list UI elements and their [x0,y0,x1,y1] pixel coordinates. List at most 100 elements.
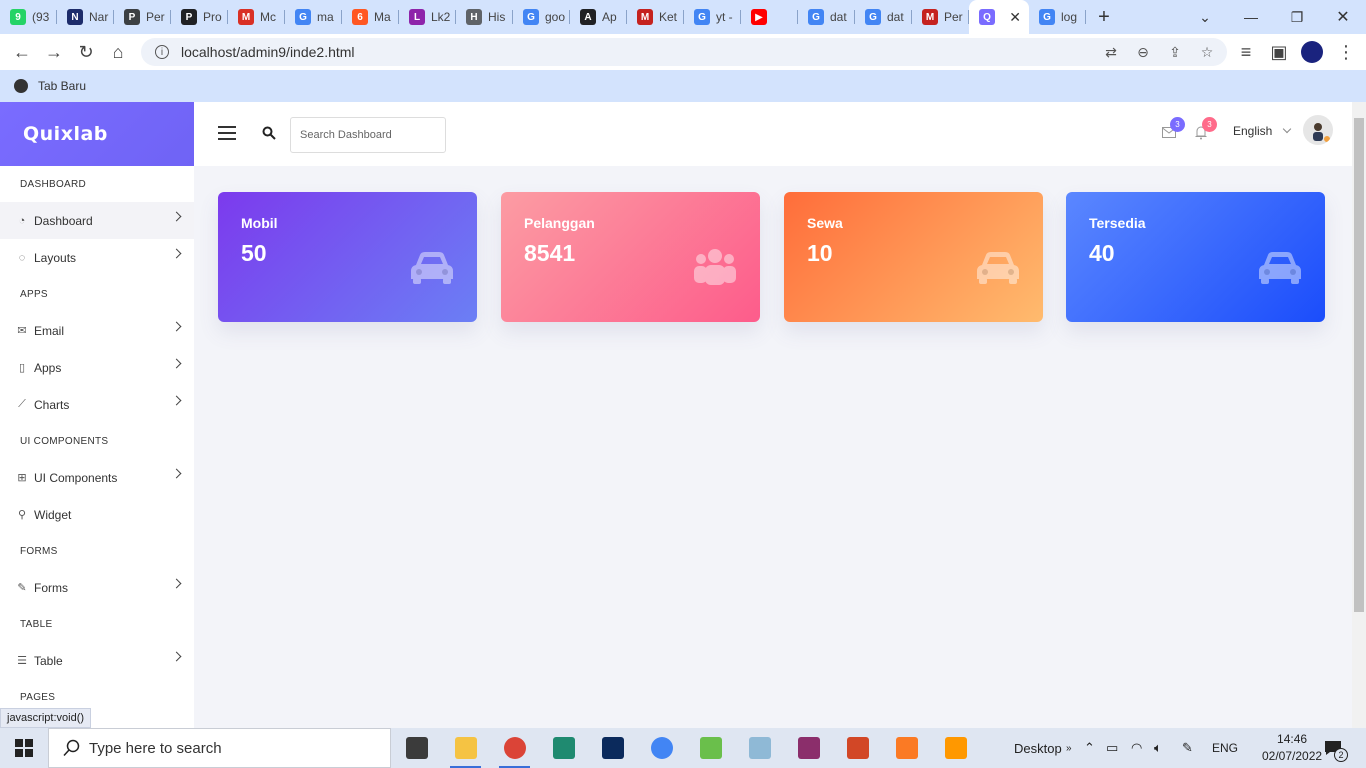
stat-card-tersedia[interactable]: Tersedia 40 [1066,192,1325,322]
restore-button[interactable]: ❐ [1274,0,1320,34]
browser-tab[interactable]: M Mc [228,0,285,34]
browser-tab[interactable]: Glog [1029,0,1086,34]
stat-card-mobil[interactable]: Mobil 50 [218,192,477,322]
profile-avatar[interactable] [1301,41,1323,63]
back-icon[interactable]: ← [6,36,38,68]
bookmark-star-icon[interactable]: ☆ [1191,38,1223,66]
new-tab-button[interactable]: + [1086,6,1122,29]
tab-search-icon[interactable]: ⌄ [1182,0,1228,34]
tab-title: dat [830,10,847,24]
stat-card-pelanggan[interactable]: Pelanggan 8541 [501,192,760,322]
site-info-icon[interactable]: i [155,45,169,59]
taskbar-app-chrome[interactable] [637,728,686,768]
tray-overflow-icon[interactable]: ⌃ [1084,728,1095,768]
tab-title: yt - [716,10,733,24]
notification-button[interactable]: 3 [1193,117,1217,140]
pen-icon[interactable]: ✎ [1182,728,1193,768]
battery-icon[interactable]: ▭ [1106,728,1118,768]
browser-tab[interactable]: Gdat [855,0,912,34]
browser-tab[interactable]: P Pro [171,0,228,34]
search-icon[interactable] [262,126,276,140]
browser-tab[interactable]: Gma [285,0,342,34]
reload-icon[interactable]: ↻ [70,36,102,68]
taskbar-app-task-view[interactable] [392,728,441,768]
taskbar-app-photoshop[interactable] [588,728,637,768]
web-page: Quixlab DASHBOARD ◔ Dashboard ◌ Layouts APPS ✉… [0,102,1352,728]
sublime-text-icon [944,737,967,759]
share-icon[interactable]: ⇪ [1159,38,1191,66]
browser-tab[interactable]: Gyt - [684,0,741,34]
input-language[interactable]: ENG [1212,728,1238,768]
browser-tab[interactable]: Q ✕ [969,0,1029,34]
sidebar-item-forms[interactable]: ✎ Forms [0,569,194,606]
taskbar-app-chrome-profile[interactable] [490,728,539,768]
browser-tab[interactable]: H His [456,0,513,34]
winrar-icon [797,737,820,759]
browser-tab[interactable]: N Nar [57,0,114,34]
browser-tab[interactable]: P Per [114,0,171,34]
taskbar-app-filmora[interactable] [539,728,588,768]
taskbar-search-box[interactable]: Type here to search [48,728,391,768]
language-dropdown[interactable]: English [1233,124,1292,138]
volume-icon[interactable]: 🔈︎ [1154,728,1162,768]
sidebar-item-charts[interactable]: ⟋ Charts [0,386,194,423]
browser-tab[interactable]: M Ket [627,0,684,34]
search-dashboard-input[interactable] [290,117,446,153]
start-button[interactable] [0,728,48,768]
sidebar-item-ui-components[interactable]: ⊞ UI Components [0,459,194,496]
filmora-icon [552,737,575,759]
user-avatar[interactable] [1303,115,1333,145]
chevron-right-icon [171,248,182,259]
sidebar-item-dashboard[interactable]: ◔ Dashboard [0,202,194,239]
sidebar-item-layouts[interactable]: ◌ Layouts [0,239,194,276]
close-tab-icon[interactable]: ✕ [1009,9,1021,26]
side-panel-icon[interactable]: ▣ [1263,36,1295,68]
browser-tab[interactable]: L Lk2 [399,0,456,34]
taskbar-app-powerpoint[interactable] [833,728,882,768]
taskbar-app-sublime-text[interactable] [931,728,980,768]
mail-button[interactable]: 3 [1161,117,1185,140]
zoom-icon[interactable]: ⊖ [1127,38,1159,66]
browser-tab[interactable]: Ggoo [513,0,570,34]
stat-card-sewa[interactable]: Sewa 10 [784,192,1043,322]
page-scrollbar[interactable] [1352,102,1366,728]
clock[interactable]: 14:46 02/07/2022 [1262,728,1322,768]
sidebar-item-apps[interactable]: ▯ Apps [0,349,194,386]
taskbar-app-winrar[interactable] [784,728,833,768]
scrollbar-thumb[interactable] [1354,118,1364,612]
bookmark-tab-baru[interactable]: Tab Baru [38,79,86,93]
close-window-button[interactable]: ✕ [1320,0,1366,34]
browser-tab[interactable]: Gdat [798,0,855,34]
translate-icon[interactable]: ⇄ [1095,38,1127,66]
browser-tab[interactable]: 6 Ma [342,0,399,34]
taskbar-app-file-explorer[interactable] [441,728,490,768]
browser-tab[interactable]: 9 (93 [0,0,57,34]
browser-tab[interactable]: M Per [912,0,969,34]
wifi-icon[interactable]: ◠ [1131,728,1142,768]
browser-tab[interactable]: ▶ [741,0,798,34]
brand-logo[interactable]: Quixlab [0,102,194,166]
sidebar-item-widget[interactable]: ⚲ Widget [0,496,194,533]
toolbar-expand-icon[interactable]: » [1066,728,1072,768]
notification-center-icon[interactable]: 2 [1324,728,1348,768]
tab-favicon-icon: M [637,9,653,25]
taskbar-app-notepad[interactable] [735,728,784,768]
url-text[interactable]: localhost/admin9/inde2.html [181,44,355,60]
desktop-toolbar[interactable]: Desktop [1014,728,1062,768]
forward-icon[interactable]: → [38,36,70,68]
hamburger-menu-icon[interactable] [218,126,236,140]
omnibox[interactable]: i localhost/admin9/inde2.html ⇄ ⊖ ⇪ ☆ [141,38,1227,66]
browser-menu-icon[interactable]: ⋮ [1330,36,1362,68]
sidebar-item-email[interactable]: ✉ Email [0,312,194,349]
tab-title: (93 [32,10,50,24]
media-control-icon[interactable]: ≡ [1230,36,1262,68]
taskbar-app-coreldraw[interactable] [686,728,735,768]
taskbar-app-xampp[interactable] [882,728,931,768]
home-icon[interactable]: ⌂ [102,36,134,68]
browser-tab-strip: 9 (93 N Nar P Per P Pro M Mc Gma 6 Ma L Lk2 H His Ggoo A Ap… [0,0,1366,34]
minimize-button[interactable]: — [1228,0,1274,34]
taskbar-apps [392,728,980,768]
sidebar-item-table[interactable]: ☰ Table [0,642,194,679]
browser-tab[interactable]: A Ap [570,0,627,34]
stat-card-label: Tersedia [1089,215,1146,231]
